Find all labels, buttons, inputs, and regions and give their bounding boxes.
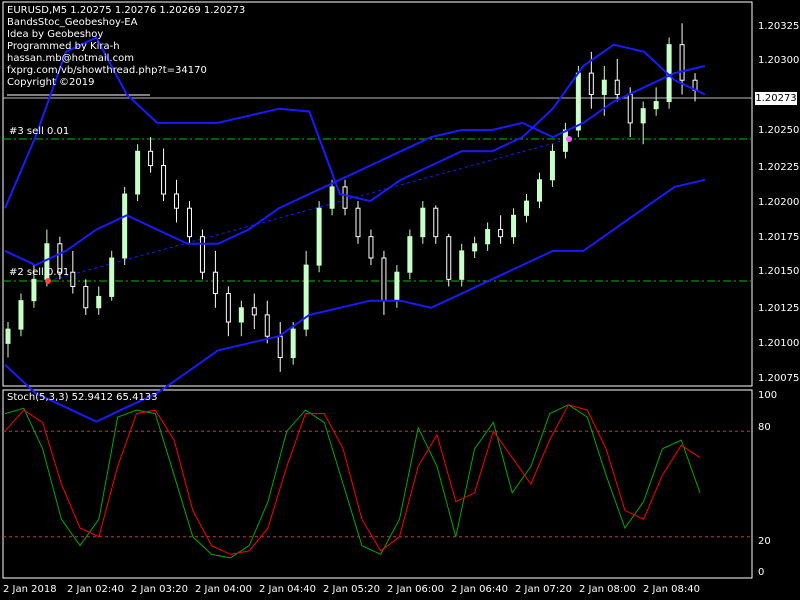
candle-body bbox=[5, 328, 11, 344]
candle-body bbox=[316, 207, 322, 266]
osc-level-20: 20 bbox=[758, 536, 771, 547]
candle-body bbox=[135, 150, 141, 195]
ea-idea: Idea by Geobeshoy bbox=[7, 29, 104, 40]
price-tick: 1.20300 bbox=[758, 55, 800, 66]
candle-body bbox=[588, 72, 594, 95]
candle-body bbox=[511, 214, 517, 238]
candle-body bbox=[277, 335, 283, 359]
candle-body bbox=[290, 328, 296, 359]
candle-body bbox=[264, 314, 270, 337]
ea-name: BandsStoc_Geobeshoy-EA bbox=[7, 17, 138, 28]
candle-body bbox=[601, 79, 607, 95]
candle-body bbox=[459, 250, 465, 280]
price-tick: 1.20100 bbox=[758, 338, 800, 349]
bollinger-middle-band bbox=[4, 65, 706, 267]
candle-body bbox=[575, 72, 581, 131]
trade-marker bbox=[45, 278, 51, 284]
price-tick: 1.20250 bbox=[758, 125, 800, 136]
time-tick: 2 Jan 04:00 bbox=[195, 584, 252, 595]
osc-level-80: 80 bbox=[758, 422, 771, 433]
time-tick: 2 Jan 06:00 bbox=[387, 584, 444, 595]
stochastic-title: Stoch(5,3,3) 52.9412 65.4133 bbox=[7, 392, 158, 403]
time-tick: 2 Jan 07:20 bbox=[515, 584, 572, 595]
candle-body bbox=[251, 307, 257, 316]
candle-body bbox=[433, 207, 439, 238]
candle-body bbox=[653, 101, 659, 110]
candle-body bbox=[18, 300, 24, 330]
candle-body bbox=[627, 93, 633, 124]
candle-body bbox=[96, 295, 102, 309]
candle-body bbox=[199, 236, 205, 273]
candle-body bbox=[485, 229, 491, 245]
candle-body bbox=[83, 285, 89, 309]
ea-email: hassan.mb@hotmail.com bbox=[7, 53, 134, 64]
order-label-2: #2 sell 0.01 bbox=[9, 267, 70, 278]
candle-body bbox=[407, 236, 413, 273]
candle-body bbox=[679, 44, 685, 81]
candle-body bbox=[174, 193, 180, 209]
candle-body bbox=[381, 257, 387, 302]
ea-copyright: Copyright ©2019 bbox=[7, 77, 95, 88]
stoch-signal-line bbox=[4, 404, 701, 555]
candle-body bbox=[148, 150, 154, 167]
candle-body bbox=[303, 264, 309, 330]
candle-body bbox=[394, 271, 400, 302]
candle-body bbox=[342, 186, 348, 209]
candle-body bbox=[225, 293, 231, 323]
candle-body bbox=[238, 307, 244, 323]
time-tick: 2 Jan 08:40 bbox=[643, 584, 700, 595]
candle-body bbox=[355, 207, 361, 238]
price-tick: 1.20125 bbox=[758, 303, 800, 314]
bollinger-lower-band bbox=[4, 178, 706, 423]
candle-body bbox=[614, 79, 620, 95]
ea-programmer: Programmed by Kira-h bbox=[7, 41, 120, 52]
trade-marker bbox=[566, 136, 572, 142]
candle-body bbox=[498, 229, 504, 238]
price-tick: 1.20200 bbox=[758, 197, 800, 208]
candle-body bbox=[536, 179, 542, 202]
candle-body bbox=[161, 165, 167, 195]
time-tick: 2 Jan 05:20 bbox=[323, 584, 380, 595]
time-tick: 2 Jan 03:20 bbox=[131, 584, 188, 595]
time-tick: 2 Jan 2018 bbox=[3, 584, 57, 595]
candle-body bbox=[186, 207, 192, 238]
sell-order-label: #3 sell 0.01 bbox=[9, 126, 70, 137]
time-tick: 2 Jan 06:40 bbox=[451, 584, 508, 595]
candle-body bbox=[640, 108, 646, 124]
time-tick: 2 Jan 08:00 bbox=[579, 584, 636, 595]
time-tick: 2 Jan 04:40 bbox=[259, 584, 316, 595]
candle-body bbox=[368, 236, 374, 259]
osc-level-100: 100 bbox=[758, 390, 778, 401]
current-price-badge: 1.20273 bbox=[755, 92, 797, 105]
price-chart[interactable] bbox=[0, 0, 800, 600]
candle-body bbox=[31, 278, 37, 302]
candle-body bbox=[420, 207, 426, 238]
price-tick: 1.20150 bbox=[758, 266, 800, 277]
price-tick: 1.20175 bbox=[758, 232, 800, 243]
candle-body bbox=[446, 236, 452, 280]
time-tick: 2 Jan 02:40 bbox=[67, 584, 124, 595]
symbol-info: EURUSD,M5 1.20275 1.20276 1.20269 1.2027… bbox=[7, 5, 246, 16]
candle-body bbox=[329, 186, 335, 209]
ea-url: fxprg.com/vb/showthread.php?t=34170 bbox=[7, 65, 207, 76]
candle-body bbox=[109, 257, 115, 297]
candle-body bbox=[524, 200, 530, 216]
oscillator-pane-frame bbox=[2, 389, 753, 579]
candle-body bbox=[122, 193, 128, 259]
osc-level-0: 0 bbox=[758, 567, 765, 578]
candle-body bbox=[212, 271, 218, 295]
price-tick: 1.20225 bbox=[758, 162, 800, 173]
price-tick: 1.20325 bbox=[758, 21, 800, 32]
candle-body bbox=[549, 150, 555, 181]
price-tick: 1.20075 bbox=[758, 373, 800, 384]
candle-body bbox=[472, 243, 478, 252]
candle-body bbox=[70, 271, 76, 287]
